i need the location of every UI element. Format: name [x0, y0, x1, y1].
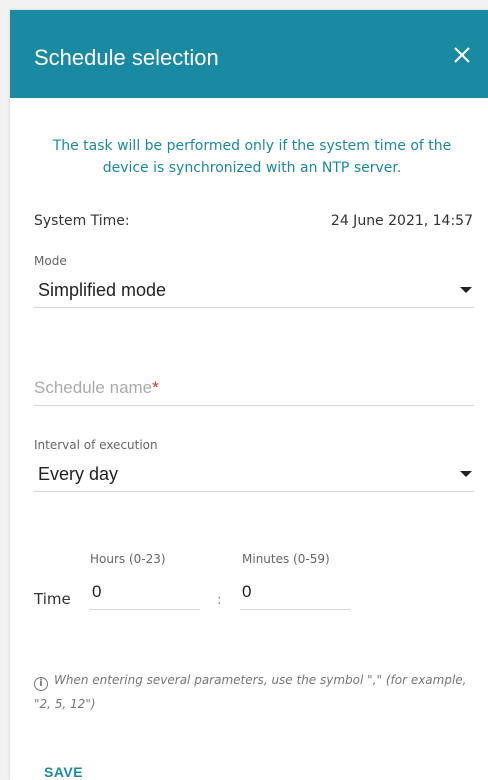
mode-select[interactable]: Simplified mode — [34, 274, 474, 308]
interval-select-value: Every day — [38, 464, 119, 484]
ntp-notice: The task will be performed only if the s… — [52, 138, 452, 176]
hours-label: Hours (0-23) — [90, 552, 166, 566]
schedule-name-placeholder: Schedule name* — [34, 378, 159, 397]
interval-label: Interval of execution — [34, 438, 158, 452]
system-time-label: System Time: — [34, 213, 130, 229]
interval-select[interactable]: Every day — [34, 458, 474, 492]
schedule-dialog: Schedule selection The task will be perf… — [10, 10, 488, 780]
time-separator: : — [217, 592, 222, 608]
dialog-header: Schedule selection — [10, 10, 488, 98]
chevron-down-icon — [460, 471, 472, 477]
system-time-value: 24 June 2021, 14:57 — [330, 213, 473, 229]
hours-value: 0 — [92, 582, 102, 601]
info-hint: i When entering several parameters, use t… — [34, 668, 474, 716]
close-icon — [454, 47, 470, 63]
chevron-down-icon — [460, 287, 472, 293]
close-button[interactable] — [450, 43, 474, 67]
minutes-input[interactable]: 0 — [240, 578, 350, 610]
minutes-label: Minutes (0-59) — [242, 552, 330, 566]
hours-input[interactable]: 0 — [90, 578, 200, 610]
dialog-title: Schedule selection — [34, 45, 219, 70]
mode-select-value: Simplified mode — [38, 280, 167, 300]
info-text: When entering several parameters, use th… — [34, 673, 467, 711]
time-label: Time — [34, 590, 71, 608]
mode-label: Mode — [34, 254, 67, 268]
save-button[interactable]: SAVE — [44, 764, 83, 780]
info-icon: i — [34, 677, 48, 691]
schedule-name-input[interactable]: Schedule name* — [34, 370, 474, 406]
minutes-value: 0 — [242, 582, 252, 601]
required-mark: * — [152, 378, 159, 397]
